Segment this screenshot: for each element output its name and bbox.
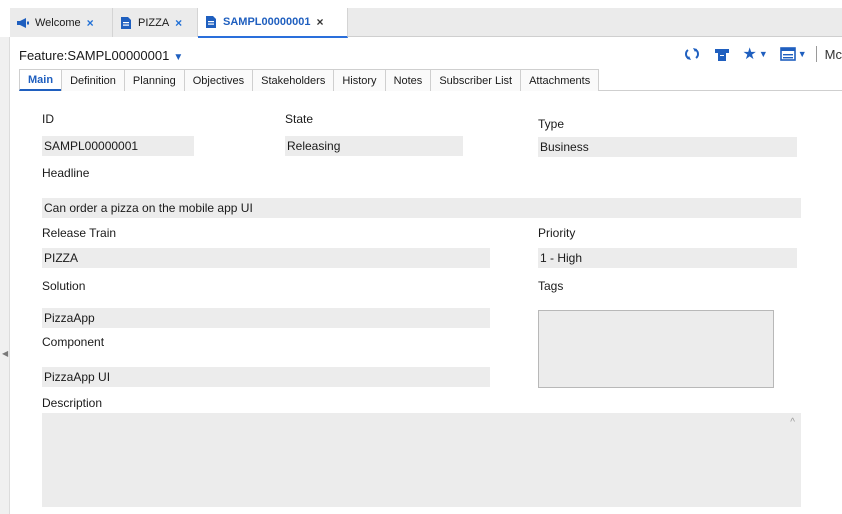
- feature-title-label: Feature:SAMPL00000001: [19, 48, 170, 63]
- description-field[interactable]: ^: [42, 413, 801, 507]
- tab-notes[interactable]: Notes: [384, 69, 432, 91]
- tab-history[interactable]: History: [333, 69, 386, 91]
- tab-label: PIZZA: [138, 16, 170, 29]
- star-icon: ★: [742, 46, 757, 63]
- chevron-down-icon[interactable]: ▼: [759, 49, 768, 59]
- tab-label: SAMPL00000001: [223, 16, 311, 28]
- left-collapse-handle[interactable]: ◀: [0, 37, 10, 514]
- type-label: Type: [538, 117, 565, 131]
- tab-subscriber-list[interactable]: Subscriber List: [430, 69, 522, 91]
- feature-title[interactable]: Feature:SAMPL00000001 ▼: [19, 48, 183, 63]
- chevron-down-icon[interactable]: ▼: [173, 52, 183, 63]
- printer-icon: [715, 49, 730, 61]
- tab-sampl00000001[interactable]: SAMPL00000001 ×: [198, 8, 348, 38]
- tab-objectives[interactable]: Objectives: [183, 69, 254, 91]
- tags-label: Tags: [538, 279, 564, 293]
- refresh-button[interactable]: [681, 43, 703, 65]
- description-label: Description: [42, 396, 103, 410]
- collapse-arrow-icon[interactable]: ◀: [2, 349, 8, 358]
- solution-label: Solution: [42, 279, 86, 293]
- refresh-icon: [685, 48, 700, 60]
- solution-field[interactable]: PizzaApp: [42, 308, 490, 328]
- priority-field[interactable]: 1 - High: [538, 248, 797, 268]
- view-menu-button[interactable]: ▼: [777, 43, 810, 65]
- tab-pizza[interactable]: PIZZA ×: [113, 8, 198, 37]
- toolbar-divider: [815, 46, 817, 62]
- top-strip: [0, 0, 842, 8]
- release-train-label: Release Train: [42, 226, 117, 240]
- document-tab-bar: Welcome × PIZZA × SAMPL00000001 ×: [10, 8, 842, 38]
- headline-label: Headline: [42, 166, 90, 180]
- tab-stakeholders[interactable]: Stakeholders: [252, 69, 335, 91]
- section-tab-bar: Main Definition Planning Objectives Stak…: [19, 69, 842, 91]
- tab-welcome[interactable]: Welcome ×: [10, 8, 113, 37]
- state-field[interactable]: Releasing: [285, 136, 463, 156]
- tab-planning[interactable]: Planning: [123, 69, 185, 91]
- print-button[interactable]: [711, 43, 733, 65]
- tags-field[interactable]: [538, 310, 774, 388]
- close-icon[interactable]: ×: [316, 15, 323, 29]
- component-field[interactable]: PizzaApp UI: [42, 367, 490, 387]
- tab-definition[interactable]: Definition: [61, 69, 125, 91]
- toolbar: ★ ▼ ▼ Mc: [681, 43, 842, 65]
- close-icon[interactable]: ×: [175, 16, 182, 30]
- priority-label: Priority: [538, 226, 576, 240]
- list-view-icon: [779, 47, 796, 61]
- id-field: SAMPL00000001: [42, 136, 194, 156]
- state-label: State: [285, 112, 314, 126]
- favorite-button[interactable]: ★ ▼: [739, 43, 770, 65]
- headline-field[interactable]: Can order a pizza on the mobile app UI: [42, 198, 801, 218]
- chevron-down-icon[interactable]: ▼: [798, 49, 807, 59]
- megaphone-icon: [17, 17, 29, 28]
- tab-attachments[interactable]: Attachments: [520, 69, 600, 91]
- component-label: Component: [42, 335, 105, 349]
- type-field[interactable]: Business: [538, 137, 797, 157]
- document-icon: [206, 16, 216, 28]
- more-menu[interactable]: Mc: [825, 47, 842, 62]
- release-train-field[interactable]: PIZZA: [42, 248, 490, 268]
- tab-label: Welcome: [35, 16, 81, 29]
- document-icon: [121, 16, 131, 29]
- tab-main[interactable]: Main: [19, 69, 63, 91]
- id-label: ID: [42, 112, 54, 126]
- close-icon[interactable]: ×: [87, 16, 94, 30]
- scroll-up-icon[interactable]: ^: [790, 417, 795, 428]
